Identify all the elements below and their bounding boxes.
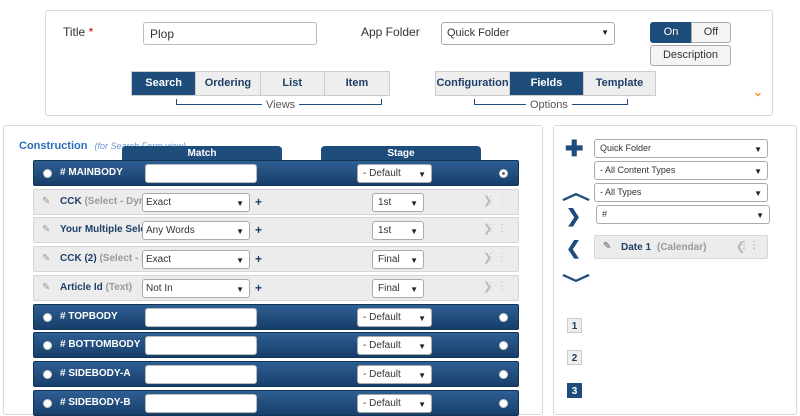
match-select[interactable]: Not In: [142, 279, 250, 298]
stage-select[interactable]: - Default: [357, 365, 432, 384]
move-up-icon[interactable]: ︿: [562, 176, 590, 205]
move-right-icon[interactable]: ❯: [566, 206, 581, 227]
position-radio[interactable]: [43, 313, 52, 322]
position-radio[interactable]: [43, 169, 52, 178]
field-row[interactable]: ✎CCK (2) (Select - Dynamic)Exact+Final❯⋮…: [33, 246, 519, 272]
position-name: # TOPBODY: [60, 311, 118, 322]
options-label: Options: [526, 99, 572, 111]
page-3-button[interactable]: 3: [567, 383, 582, 398]
toggle-off-button[interactable]: Off: [691, 22, 731, 43]
position-name: # MAINBODY: [60, 167, 123, 178]
expand-chevron-icon[interactable]: ⌄: [753, 85, 763, 99]
move-left-icon[interactable]: ❮: [566, 238, 581, 259]
filter-folder-select[interactable]: Quick Folder: [594, 139, 768, 158]
views-bracket-right: [381, 99, 382, 104]
available-field-date[interactable]: ✎ Date 1 (Calendar) ❮ ⋮⋮: [594, 235, 768, 259]
match-input[interactable]: [145, 365, 257, 384]
field-row[interactable]: ✎Your Multiple Select Any Words+1st❯⋮⋮: [33, 217, 519, 243]
drag-handle-icon[interactable]: ⋮⋮: [486, 252, 508, 263]
pencil-icon[interactable]: ✎: [42, 282, 50, 293]
match-input[interactable]: [145, 308, 257, 327]
page-1-button[interactable]: 1: [567, 318, 582, 333]
filter-position-select[interactable]: #: [596, 205, 770, 224]
app-folder-label: App Folder: [361, 25, 420, 39]
field-name: CCK (Select - Dynamic): [60, 196, 142, 207]
position-select-radio[interactable]: [499, 169, 508, 178]
filter-content-type-select[interactable]: - All Content Types: [594, 161, 768, 180]
position-name: # SIDEBODY-A: [60, 368, 131, 379]
position-select-radio[interactable]: [499, 341, 508, 350]
move-down-icon[interactable]: ﹀: [562, 268, 590, 297]
match-select[interactable]: Any Words: [142, 221, 250, 240]
field-name: Article Id (Text): [60, 282, 133, 293]
add-condition-plus-icon[interactable]: +: [255, 223, 262, 237]
date-item-type: (Calendar): [657, 242, 707, 253]
field-row[interactable]: ✎CCK (Select - Dynamic)Exact+1st❯⋮⋮: [33, 189, 519, 215]
title-label: Title *: [63, 25, 94, 39]
pencil-icon[interactable]: ✎: [42, 224, 50, 235]
toggle-on-button[interactable]: On: [650, 22, 692, 43]
position-select-radio[interactable]: [499, 370, 508, 379]
match-input[interactable]: [145, 164, 257, 183]
tab-configuration[interactable]: Configuration: [436, 72, 510, 95]
add-plus-icon[interactable]: ✚: [565, 136, 583, 162]
position-row[interactable]: # SIDEBODY-B - Default: [33, 390, 519, 416]
drag-handle-icon[interactable]: ⋮⋮: [486, 223, 508, 234]
tab-list[interactable]: List: [261, 72, 325, 95]
position-radio[interactable]: [43, 370, 52, 379]
pencil-icon[interactable]: ✎: [42, 196, 50, 207]
drag-handle-icon[interactable]: ⋮⋮: [739, 240, 759, 251]
pencil-icon[interactable]: ✎: [42, 253, 50, 264]
pencil-icon[interactable]: ✎: [603, 241, 611, 252]
position-row[interactable]: # MAINBODY - Default: [33, 160, 519, 186]
stage-select[interactable]: Final: [372, 279, 424, 298]
tab-search-form[interactable]: Search Form: [132, 72, 197, 112]
settings-panel: Title * Plop App Folder Quick Folder On …: [45, 10, 773, 116]
drag-handle-icon[interactable]: ⋮⋮: [486, 281, 508, 292]
drag-handle-icon[interactable]: ⋮⋮: [486, 195, 508, 206]
add-condition-plus-icon[interactable]: +: [255, 281, 262, 295]
views-label: Views: [262, 99, 300, 111]
views-tabbar: Search Form Ordering List Item: [131, 71, 390, 112]
tab-item[interactable]: Item: [325, 72, 389, 95]
field-name: CCK (2) (Select - Dynamic): [60, 253, 142, 264]
position-select-radio[interactable]: [499, 313, 508, 322]
options-tabbar: Configuration Fields Template: [435, 71, 656, 96]
position-name: # SIDEBODY-B: [60, 397, 131, 408]
tab-fields[interactable]: Fields: [510, 72, 584, 95]
stage-select[interactable]: - Default: [357, 164, 432, 183]
tab-ordering[interactable]: Ordering: [196, 72, 261, 95]
position-row[interactable]: # TOPBODY - Default: [33, 304, 519, 330]
position-name: # BOTTOMBODY: [60, 339, 141, 350]
stage-select[interactable]: - Default: [357, 336, 432, 355]
stage-select[interactable]: - Default: [357, 308, 432, 327]
match-select[interactable]: Exact: [142, 193, 250, 212]
stage-select[interactable]: 1st: [372, 193, 424, 212]
match-select[interactable]: Exact: [142, 250, 250, 269]
tab-template[interactable]: Template: [584, 72, 655, 95]
add-condition-plus-icon[interactable]: +: [255, 195, 262, 209]
position-row[interactable]: # BOTTOMBODY - Default: [33, 332, 519, 358]
date-item-name: Date 1: [621, 242, 652, 253]
field-name: Your Multiple Select: [60, 224, 142, 235]
title-input[interactable]: Plop: [143, 22, 317, 45]
position-row[interactable]: # SIDEBODY-A - Default: [33, 361, 519, 387]
stage-select[interactable]: 1st: [372, 221, 424, 240]
field-row[interactable]: ✎Article Id (Text)Not In+Final❯⋮⋮: [33, 275, 519, 301]
match-input[interactable]: [145, 336, 257, 355]
add-condition-plus-icon[interactable]: +: [255, 252, 262, 266]
stage-select[interactable]: Final: [372, 250, 424, 269]
description-button[interactable]: Description: [650, 45, 731, 66]
position-radio[interactable]: [43, 341, 52, 350]
options-bracket-right: [627, 99, 628, 104]
app-folder-select[interactable]: Quick Folder: [441, 22, 615, 45]
page-2-button[interactable]: 2: [567, 350, 582, 365]
filter-type-select[interactable]: - All Types: [594, 183, 768, 202]
